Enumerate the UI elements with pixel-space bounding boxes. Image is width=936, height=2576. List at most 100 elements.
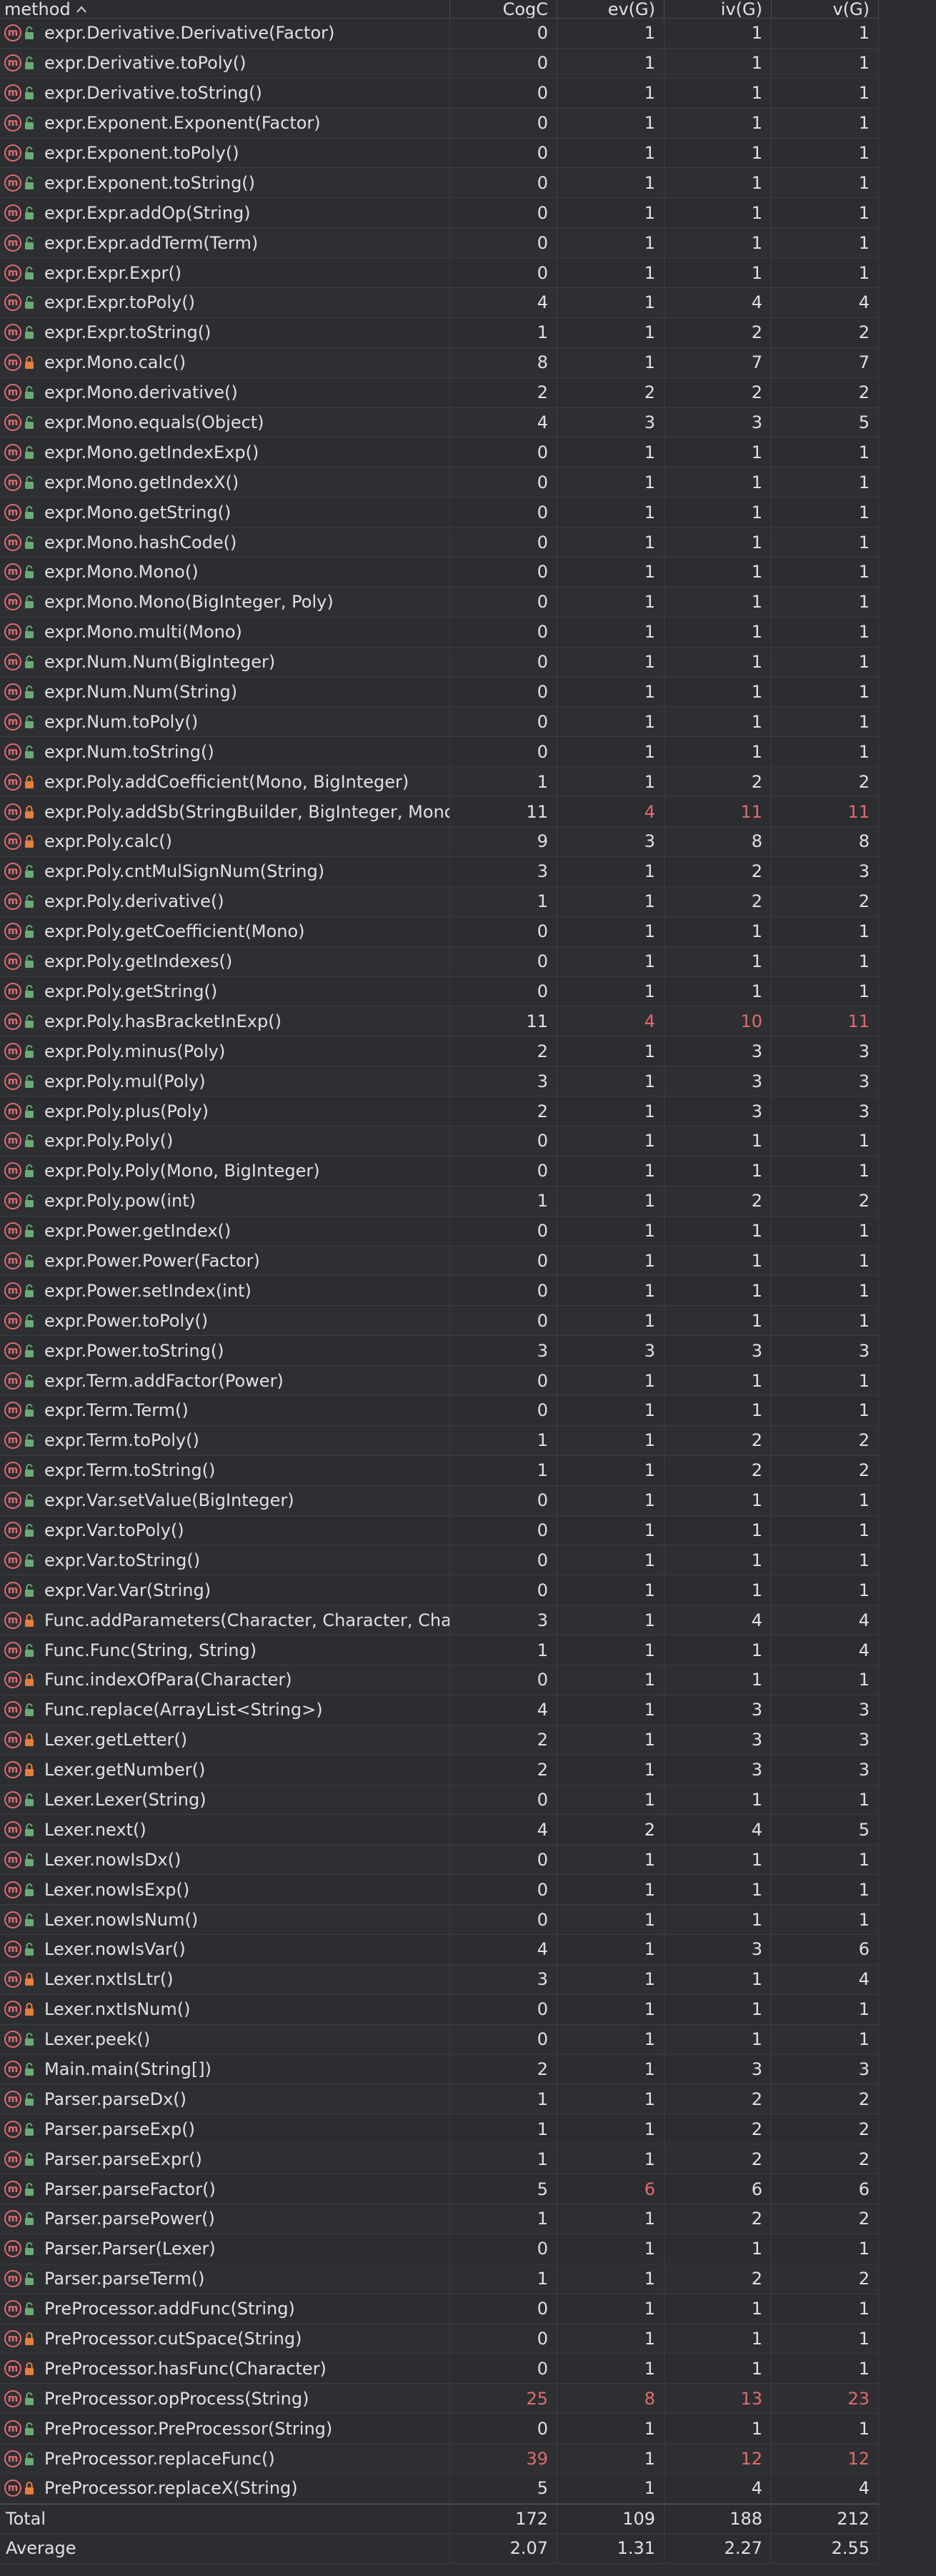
table-row[interactable]: m Func.replace(ArrayList<String>) 4 1 3 3 [0, 1695, 879, 1725]
column-header-ivg[interactable]: iv(G) [664, 0, 772, 18]
method-name: expr.Poly.pow(int) [44, 1191, 196, 1212]
table-row[interactable]: m expr.Num.Num(BigInteger) 0 1 1 1 [0, 647, 879, 678]
table-row[interactable]: m expr.Mono.getIndexExp() 0 1 1 1 [0, 437, 879, 468]
table-row[interactable]: m expr.Mono.Mono(BigInteger, Poly) 0 1 1 1 [0, 587, 879, 618]
table-row[interactable]: m Parser.parseExpr() 1 1 2 2 [0, 2144, 879, 2175]
method-icon: m [4, 533, 21, 551]
table-row[interactable]: m PreProcessor.PreProcessor(String) 0 1 1 1 [0, 2414, 879, 2444]
table-row[interactable]: m Func.indexOfPara(Character) 0 1 1 1 [0, 1665, 879, 1695]
table-row[interactable]: m expr.Expr.toPoly() 4 1 4 4 [0, 288, 879, 318]
table-row[interactable]: m expr.Mono.derivative() 2 2 2 2 [0, 377, 879, 408]
table-row[interactable]: m expr.Poly.getCoefficient(Mono) 0 1 1 1 [0, 916, 879, 947]
table-row[interactable]: m Lexer.nowIsVar() 4 1 3 6 [0, 1935, 879, 1965]
metric-vg: 2 [772, 317, 879, 347]
table-row[interactable]: m expr.Term.addFactor(Power) 0 1 1 1 [0, 1366, 879, 1396]
table-row[interactable]: m Func.addParameters(Character, Character… [0, 1605, 879, 1636]
table-row[interactable]: m Lexer.getNumber() 2 1 3 3 [0, 1755, 879, 1785]
table-row[interactable]: m Lexer.getLetter() 2 1 3 3 [0, 1725, 879, 1755]
table-row[interactable]: m expr.Var.toString() 0 1 1 1 [0, 1545, 879, 1576]
table-row[interactable]: m expr.Power.getIndex() 0 1 1 1 [0, 1216, 879, 1247]
table-row[interactable]: m expr.Mono.getString() 0 1 1 1 [0, 497, 879, 528]
table-row[interactable]: m expr.Exponent.Exponent(Factor) 0 1 1 1 [0, 108, 879, 139]
table-row[interactable]: m expr.Expr.addTerm(Term) 0 1 1 1 [0, 228, 879, 259]
method-icon: m [4, 144, 21, 162]
table-row[interactable]: m expr.Poly.calc() 9 3 8 8 [0, 827, 879, 857]
table-row[interactable]: m expr.Power.toPoly() 0 1 1 1 [0, 1306, 879, 1337]
column-header-method[interactable]: method [0, 0, 450, 18]
table-row[interactable]: m PreProcessor.cutSpace(String) 0 1 1 1 [0, 2324, 879, 2354]
column-header-vg[interactable]: v(G) [772, 0, 879, 18]
table-row[interactable]: m Parser.Parser(Lexer) 0 1 1 1 [0, 2234, 879, 2264]
metric-vg: 1 [772, 1785, 879, 1815]
table-row[interactable]: m expr.Poly.Poly(Mono, BigInteger) 0 1 1 1 [0, 1156, 879, 1187]
method-name: PreProcessor.hasFunc(Character) [44, 2358, 327, 2379]
table-row[interactable]: m expr.Expr.toString() 1 1 2 2 [0, 317, 879, 348]
table-row[interactable]: m expr.Mono.multi(Mono) 0 1 1 1 [0, 617, 879, 648]
table-row[interactable]: m expr.Derivative.toString() 0 1 1 1 [0, 78, 879, 109]
table-row[interactable]: m expr.Poly.mul(Poly) 3 1 3 3 [0, 1066, 879, 1097]
metric-vg: 1 [772, 1126, 879, 1156]
table-row[interactable]: m Parser.parseExp() 1 1 2 2 [0, 2114, 879, 2145]
table-row[interactable]: m Parser.parseFactor() 5 6 6 6 [0, 2174, 879, 2205]
column-header-evg[interactable]: ev(G) [557, 0, 664, 18]
table-row[interactable]: m PreProcessor.addFunc(String) 0 1 1 1 [0, 2294, 879, 2324]
table-row[interactable]: m expr.Term.toString() 1 1 2 2 [0, 1455, 879, 1486]
table-row[interactable]: m expr.Poly.minus(Poly) 2 1 3 3 [0, 1036, 879, 1067]
table-row[interactable]: m expr.Power.Power(Factor) 0 1 1 1 [0, 1246, 879, 1277]
table-row[interactable]: m expr.Expr.Expr() 0 1 1 1 [0, 258, 879, 289]
table-row[interactable]: m expr.Exponent.toString() 0 1 1 1 [0, 168, 879, 199]
method-name: expr.Power.getIndex() [44, 1221, 231, 1242]
table-row[interactable]: m PreProcessor.opProcess(String) 25 8 13 23 [0, 2384, 879, 2414]
public-lock-icon [24, 1912, 34, 1928]
table-row[interactable]: m expr.Derivative.Derivative(Factor) 0 1 1 1 [0, 19, 879, 49]
table-row[interactable]: m expr.Term.Term() 0 1 1 1 [0, 1395, 879, 1426]
table-row[interactable]: m expr.Poly.addCoefficient(Mono, BigInteg… [0, 767, 879, 798]
table-row[interactable]: m Main.main(String[]) 2 1 3 3 [0, 2054, 879, 2085]
table-row[interactable]: m Lexer.nxtIsNum() 0 1 1 1 [0, 1994, 879, 2025]
metric-ivg: 13 [664, 2384, 772, 2414]
table-row[interactable]: m expr.Mono.getIndexX() 0 1 1 1 [0, 467, 879, 498]
table-row[interactable]: m expr.Num.toPoly() 0 1 1 1 [0, 707, 879, 738]
table-row[interactable]: m Parser.parsePower() 1 1 2 2 [0, 2204, 879, 2234]
table-row[interactable]: m expr.Mono.calc() 8 1 7 7 [0, 347, 879, 378]
public-lock-icon [24, 25, 34, 41]
table-row[interactable]: m expr.Exponent.toPoly() 0 1 1 1 [0, 138, 879, 169]
table-row[interactable]: m expr.Poly.getIndexes() 0 1 1 1 [0, 946, 879, 977]
table-row[interactable]: m expr.Var.setValue(BigInteger) 0 1 1 1 [0, 1485, 879, 1516]
table-row[interactable]: m expr.Num.toString() 0 1 1 1 [0, 737, 879, 768]
table-row[interactable]: m Lexer.nowIsNum() 0 1 1 1 [0, 1905, 879, 1935]
column-header-cogc[interactable]: CogC [450, 0, 557, 18]
table-row[interactable]: m expr.Power.setIndex(int) 0 1 1 1 [0, 1276, 879, 1307]
table-row[interactable]: m Lexer.Lexer(String) 0 1 1 1 [0, 1785, 879, 1815]
table-row[interactable]: m expr.Poly.cntMulSignNum(String) 3 1 2 3 [0, 856, 879, 887]
table-row[interactable]: m expr.Poly.derivative() 1 1 2 2 [0, 886, 879, 917]
table-row[interactable]: m expr.Poly.pow(int) 1 1 2 2 [0, 1186, 879, 1217]
table-row[interactable]: m PreProcessor.replaceFunc() 39 1 12 12 [0, 2444, 879, 2475]
table-row[interactable]: m Lexer.nxtIsLtr() 3 1 1 4 [0, 1964, 879, 1995]
table-row[interactable]: m expr.Num.Num(String) 0 1 1 1 [0, 677, 879, 708]
table-row[interactable]: m expr.Var.toPoly() 0 1 1 1 [0, 1515, 879, 1546]
table-row[interactable]: m expr.Var.Var(String) 0 1 1 1 [0, 1575, 879, 1606]
table-row[interactable]: m Lexer.nowIsExp() 0 1 1 1 [0, 1875, 879, 1906]
table-row[interactable]: m expr.Poly.Poly() 0 1 1 1 [0, 1126, 879, 1156]
table-row[interactable]: m expr.Poly.plus(Poly) 2 1 3 3 [0, 1096, 879, 1126]
table-row[interactable]: m expr.Derivative.toPoly() 0 1 1 1 [0, 48, 879, 79]
table-row[interactable]: m Lexer.next() 4 2 4 5 [0, 1815, 879, 1846]
table-row[interactable]: m expr.Term.toPoly() 1 1 2 2 [0, 1425, 879, 1456]
table-row[interactable]: m expr.Mono.hashCode() 0 1 1 1 [0, 527, 879, 558]
table-row[interactable]: m Parser.parseDx() 1 1 2 2 [0, 2084, 879, 2115]
table-row[interactable]: m Lexer.nowIsDx() 0 1 1 1 [0, 1845, 879, 1876]
table-row[interactable]: m expr.Poly.addSb(StringBuilder, BigInteg… [0, 797, 879, 828]
table-row[interactable]: m expr.Mono.equals(Object) 4 3 3 5 [0, 407, 879, 438]
table-row[interactable]: m PreProcessor.hasFunc(Character) 0 1 1 1 [0, 2354, 879, 2384]
table-row[interactable]: m expr.Mono.Mono() 0 1 1 1 [0, 558, 879, 588]
table-row[interactable]: m PreProcessor.replaceX(String) 5 1 4 4 [0, 2474, 879, 2504]
table-row[interactable]: m Parser.parseTerm() 1 1 2 2 [0, 2264, 879, 2294]
metric-vg: 1 [772, 1216, 879, 1246]
table-row[interactable]: m Lexer.peek() 0 1 1 1 [0, 2024, 879, 2055]
table-row[interactable]: m expr.Power.toString() 3 3 3 3 [0, 1336, 879, 1367]
table-row[interactable]: m expr.Expr.addOp(String) 0 1 1 1 [0, 198, 879, 229]
table-row[interactable]: m expr.Poly.getString() 0 1 1 1 [0, 976, 879, 1007]
table-row[interactable]: m expr.Poly.hasBracketInExp() 11 4 10 11 [0, 1006, 879, 1037]
table-row[interactable]: m Func.Func(String, String) 1 1 1 4 [0, 1635, 879, 1665]
